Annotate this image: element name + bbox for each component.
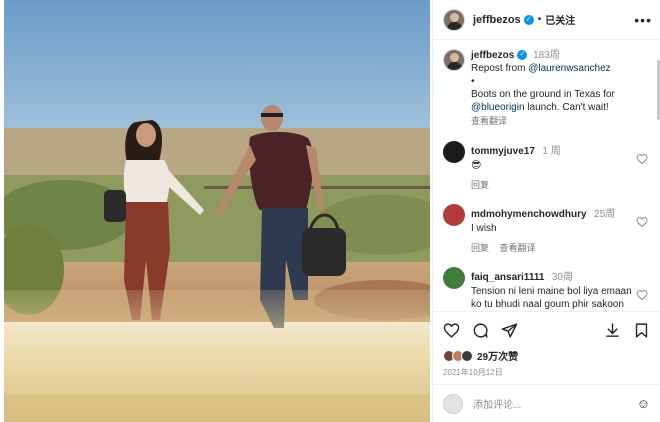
bookmark-icon[interactable] — [633, 322, 650, 339]
mention-laurenwsanchez[interactable]: @laurenwsanchez — [528, 63, 610, 74]
commenter-avatar[interactable] — [443, 204, 465, 226]
reply-button[interactable]: 回复 — [471, 180, 489, 190]
comment-text: 😎 — [471, 160, 482, 171]
author-avatar[interactable] — [443, 8, 465, 31]
commenter-avatar[interactable] — [443, 267, 465, 289]
comment-item: mdmohymenchowdhury 25周 I wish 回复 查看翻译 — [443, 204, 650, 254]
caption-text: Repost from @laurenwsanchez — [471, 62, 650, 75]
see-translation-link[interactable]: 查看翻译 — [471, 115, 650, 128]
mention-blueorigin[interactable]: @blueorigin — [471, 102, 525, 113]
caption-bullet: • — [471, 76, 475, 87]
caption-username[interactable]: jeffbezos — [471, 50, 514, 61]
caption-line-2: Boots on the ground in Texas for — [471, 89, 615, 100]
viewer-avatar — [443, 393, 463, 414]
comment-text: I wish — [471, 223, 497, 234]
comment-age[interactable]: 1 周 — [542, 146, 560, 157]
post-header: jeffbezos ✓ • 已关注 ••• — [433, 0, 660, 40]
like-comment-heart-icon[interactable] — [636, 153, 648, 165]
comment-item: faiq_ansari1111 30周 Tension ni leni main… — [443, 267, 650, 311]
likes-summary[interactable]: 29万次赞 — [443, 348, 650, 363]
post-photo[interactable] — [4, 0, 430, 422]
liker-avatar — [461, 349, 473, 362]
likes-count[interactable]: 29万次赞 — [477, 348, 518, 363]
commenter-username[interactable]: tommyjuve17 — [471, 146, 535, 157]
see-translation-link[interactable]: 查看翻译 — [500, 243, 536, 253]
post-actions: 29万次赞 2021年10月12日 — [433, 311, 660, 378]
emoji-picker-icon[interactable]: ☺ — [637, 396, 650, 411]
caption-line-1: Repost from — [471, 63, 529, 74]
reply-button[interactable]: 回复 — [471, 243, 489, 253]
caption-avatar[interactable] — [443, 49, 465, 71]
commenter-avatar[interactable] — [443, 141, 465, 163]
comment-bubble-icon[interactable] — [472, 322, 489, 339]
comments-feed[interactable]: jeffbezos ✓ 183周 Repost from @laurenwsanc… — [433, 41, 660, 311]
comment-age[interactable]: 25周 — [594, 209, 615, 220]
caption-age[interactable]: 183周 — [533, 50, 560, 61]
caption-line-3: launch. Can't wait! — [524, 102, 609, 113]
caption: jeffbezos ✓ 183周 Repost from @laurenwsanc… — [443, 49, 650, 128]
photo-scene — [4, 0, 430, 422]
header-separator: • — [537, 14, 542, 25]
author-username[interactable]: jeffbezos — [473, 14, 521, 26]
like-heart-icon[interactable] — [443, 322, 460, 339]
verified-badge-icon: ✓ — [523, 14, 534, 25]
following-button[interactable]: 已关注 — [545, 12, 575, 27]
more-options-icon[interactable]: ••• — [634, 12, 652, 28]
verified-badge-icon: ✓ — [517, 50, 528, 61]
comment-text: Tension ni leni maine bol liya emaan ko … — [471, 286, 632, 310]
commenter-username[interactable]: faiq_ansari1111 — [471, 272, 544, 283]
comment-age[interactable]: 30周 — [552, 272, 573, 283]
like-comment-heart-icon[interactable] — [636, 289, 648, 301]
comment-item: tommyjuve17 1 周 😎 回复 — [443, 141, 650, 191]
add-comment-input[interactable]: 添加评论... — [473, 396, 637, 411]
download-icon[interactable] — [604, 322, 621, 339]
commenter-username[interactable]: mdmohymenchowdhury — [471, 209, 587, 220]
share-send-icon[interactable] — [501, 322, 518, 339]
post-date: 2021年10月12日 — [443, 368, 503, 377]
post-sidebar: jeffbezos ✓ • 已关注 ••• jeffbezos ✓ 183周 Re… — [432, 0, 660, 422]
caption-text-2: Boots on the ground in Texas for @blueor… — [471, 88, 650, 114]
comment-composer: 添加评论... ☺ — [433, 384, 660, 422]
like-comment-heart-icon[interactable] — [636, 216, 648, 228]
